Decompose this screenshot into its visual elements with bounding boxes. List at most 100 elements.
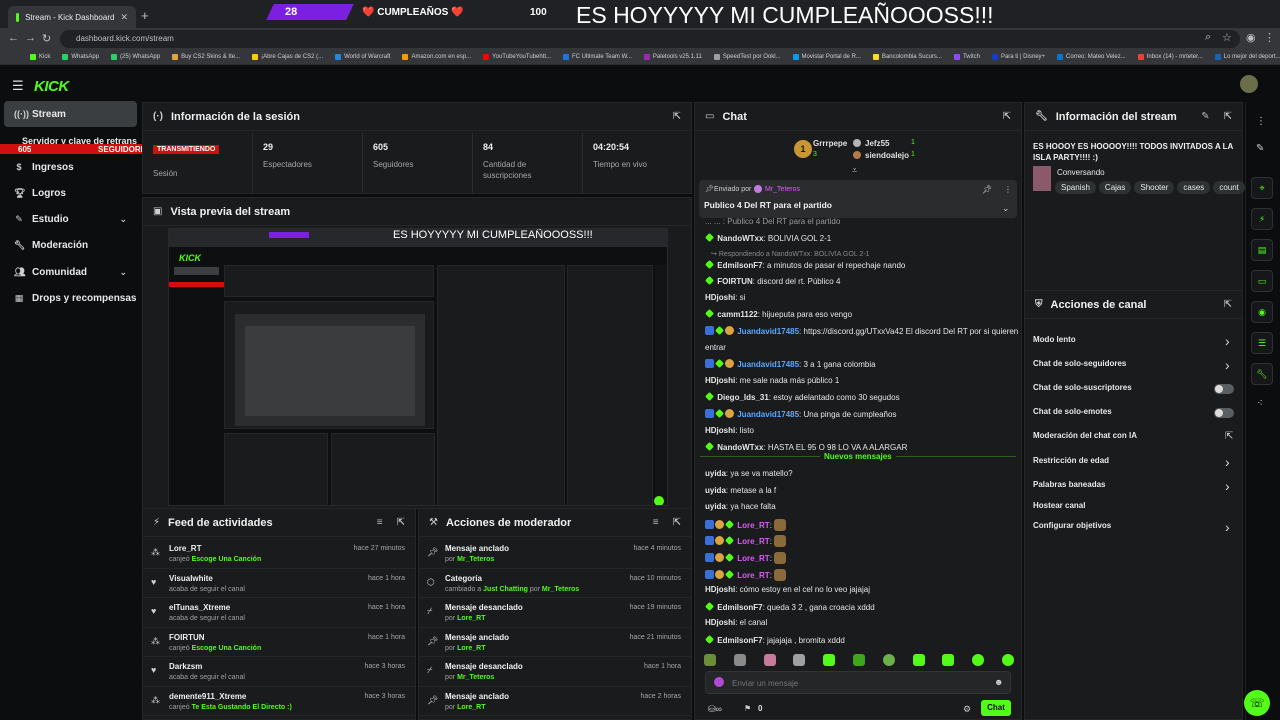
mod-action-row[interactable]: 📌︎ Mensaje anclado por Mr_Teteros hace 4 mi… xyxy=(419,539,691,569)
chat-message[interactable]: Lore_RT: xyxy=(705,518,787,531)
bookmark-item[interactable]: Para ti | Disney+ xyxy=(991,54,1045,60)
gifter-name[interactable]: siendoalejo xyxy=(865,151,909,160)
chat-message[interactable]: NandoWTxx: BOLIVIA GOL 2-1 xyxy=(705,233,831,243)
edit-pencil-icon[interactable]: ✎ xyxy=(1201,111,1209,122)
category-name[interactable]: Conversando xyxy=(1057,168,1105,177)
chat-username[interactable]: Lore_RT xyxy=(737,521,769,530)
bookmark-item[interactable]: Buy CS2 Skins & Ite... xyxy=(172,54,240,60)
tag-chip[interactable]: Shooter xyxy=(1134,181,1175,194)
chat-username[interactable]: EdmilsonF7 xyxy=(717,603,762,612)
chat-username[interactable]: uyida xyxy=(705,469,726,478)
zoom-icon[interactable]: ⌕ xyxy=(1205,31,1211,44)
emote-icon[interactable] xyxy=(793,654,806,666)
chat-message[interactable]: EdmilsonF7: jajajaja , bromita xddd xyxy=(705,635,845,645)
emote-icon[interactable] xyxy=(763,654,776,666)
emote-icon[interactable] xyxy=(704,654,716,666)
activity-row[interactable]: ♥ Visualwhite acaba de seguir el canal hac… xyxy=(143,569,415,598)
chat-username[interactable]: EdmilsonF7 xyxy=(717,261,762,270)
sidebar-item-ingresos[interactable]: $ Ingresos xyxy=(4,154,137,180)
chat-message[interactable]: Diego_Ids_31: estoy adelantado como 30 s… xyxy=(705,392,900,402)
forward-icon[interactable]: → xyxy=(25,32,36,44)
profile-icon[interactable]: ◉ xyxy=(1246,31,1256,44)
rail-shortcut-bolt-icon[interactable]: ⚡︎ xyxy=(1251,208,1273,230)
chat-message[interactable]: HDjoshi: me sale nada más público 1 xyxy=(705,376,839,385)
popout-icon[interactable]: ⇱ xyxy=(1224,111,1232,122)
bookmark-item[interactable]: SpeedTest por Ookl... xyxy=(713,54,781,60)
pinned-message[interactable]: 📌︎ Enviado por Mr_Teteros Publico 4 Del … xyxy=(699,180,1017,218)
chat-message[interactable]: Juandavid17485: Una pinga de cumpleaños xyxy=(705,409,896,419)
chat-username[interactable]: HDjoshi xyxy=(705,293,735,302)
tag-chip[interactable]: Cajas xyxy=(1098,181,1132,194)
back-icon[interactable]: ← xyxy=(8,32,19,44)
chat-message[interactable]: Lore_RT: xyxy=(705,568,787,581)
chat-username[interactable]: uyida xyxy=(705,502,726,511)
more-options-icon[interactable]: ⋮ xyxy=(1004,185,1012,194)
activity-row[interactable]: ⁂ FOIRTUN canjeó Escoge Una Canción hace 1 … xyxy=(143,628,415,657)
apps-icon[interactable]: ⁖ xyxy=(1257,398,1263,409)
points-icon[interactable]: ⛁∞ xyxy=(708,704,722,715)
activity-row[interactable]: ⁂ Lore_RT canjeó Escoge Una Canción hace 27… xyxy=(143,539,415,569)
chat-username[interactable]: Juandavid17485 xyxy=(737,410,799,419)
rail-shortcut-note-icon[interactable]: ▤ xyxy=(1251,239,1273,261)
chevron-right-icon[interactable]: › xyxy=(1225,454,1230,470)
bookmark-item[interactable]: Movistar Portal de R... xyxy=(792,54,861,60)
bookmark-item[interactable]: Lo mejor del deport... xyxy=(1214,54,1280,60)
external-link-icon[interactable]: ⇱ xyxy=(1225,431,1233,442)
bookmark-star-icon[interactable]: ☆ xyxy=(1222,31,1232,44)
toggle-switch[interactable] xyxy=(1214,408,1234,418)
filter-icon[interactable]: ≡ xyxy=(377,517,383,528)
mod-action-row[interactable]: 📌︎ Mensaje anclado por Lore_RT hace 21 minu… xyxy=(419,628,691,657)
sidebar-item-logros[interactable]: 🏆︎ Logros xyxy=(4,180,137,206)
emoji-icon[interactable]: ☻ xyxy=(994,677,1003,687)
chat-message[interactable]: EdmilsonF7: a minutos de pasar el repech… xyxy=(705,259,905,270)
chat-username[interactable]: Diego_Ids_31 xyxy=(717,393,769,402)
chevron-right-icon[interactable]: › xyxy=(1225,519,1230,535)
sidebar-item-stream[interactable]: ((·)) Stream xyxy=(4,101,137,127)
sidebar-item-comunidad[interactable]: 👥︎ Comunidad ⌄ xyxy=(4,259,137,285)
rail-shortcut-broadcast-icon[interactable]: ◉ xyxy=(1251,301,1273,323)
chat-username[interactable]: NandoWTxx xyxy=(717,443,763,452)
bookmark-item[interactable]: ¡Abre Cajas de CS2 (... xyxy=(252,54,323,60)
activity-row[interactable]: ♥ elTunas_Xtreme acaba de seguir el canal … xyxy=(143,598,415,628)
tag-chip[interactable]: Spanish xyxy=(1055,181,1096,194)
mod-action-row[interactable]: ⬡ Categoría cambiado a Just Chatting por M… xyxy=(419,569,691,598)
chat-message[interactable]: Lore_RT: xyxy=(705,552,787,564)
help-chat-button[interactable]: ☏ xyxy=(1244,690,1270,716)
bookmark-item[interactable]: Inbox (14) - mrteter... xyxy=(1137,54,1203,60)
chat-input[interactable] xyxy=(732,674,982,692)
chat-message[interactable]: HDjoshi: listo xyxy=(705,426,754,435)
emote-icon[interactable] xyxy=(972,654,985,666)
emote-icon[interactable] xyxy=(733,654,746,666)
stream-preview-video[interactable]: ES HOYYYYY MI CUMPLEAÑOOOSS!!! KICK xyxy=(168,228,668,506)
chevron-right-icon[interactable]: › xyxy=(1225,478,1230,494)
bookmark-item[interactable]: FC Ultimate Team W... xyxy=(563,54,632,60)
chat-username[interactable]: HDjoshi xyxy=(705,426,735,435)
chat-message[interactable]: uyida: metase a la f xyxy=(705,486,776,495)
chat-username[interactable]: EdmilsonF7 xyxy=(717,636,762,645)
expand-gifters-icon[interactable]: ⩡ xyxy=(852,165,857,176)
chat-message[interactable]: HDjoshi: cómo estoy en el cel no lo veo … xyxy=(705,585,870,594)
chat-username[interactable]: Juandavid17485 xyxy=(737,360,799,369)
chat-username[interactable]: NandoWTxx xyxy=(717,234,763,243)
chat-message[interactable]: camm1122: hijueputa para eso vengo xyxy=(705,309,852,319)
chat-message[interactable]: NandoWTxx: HASTA EL 95 O 98 LO VA A ALAR… xyxy=(705,442,907,452)
chat-username[interactable]: Juandavid17485 xyxy=(737,327,799,336)
chevron-right-icon[interactable]: › xyxy=(1225,333,1230,349)
tag-chip[interactable]: cases xyxy=(1177,181,1211,194)
popout-icon[interactable]: ⇱ xyxy=(673,517,681,528)
gifter-name[interactable]: Jefz55 xyxy=(865,139,889,148)
mod-action-row[interactable]: ⌿ Mensaje desanclado por Mr_Teteros hace 1 … xyxy=(419,657,691,687)
toggle-switch[interactable] xyxy=(1214,384,1234,394)
hamburger-menu-icon[interactable]: ☰ xyxy=(12,78,24,94)
bookmark-item[interactable]: Paletools v25.1.11 xyxy=(643,54,702,60)
chat-message[interactable]: uyida: ya se va matello? xyxy=(705,469,793,478)
emote-icon[interactable] xyxy=(942,654,955,666)
sidebar-item-estudio[interactable]: ✎ Estudio ⌄ xyxy=(4,206,137,232)
url-input[interactable]: dashboard.kick.com/stream xyxy=(60,30,1240,48)
chat-message[interactable]: Juandavid17485: 3 a 1 gana colombia xyxy=(705,359,876,369)
chat-message[interactable]: Lore_RT: xyxy=(705,535,787,548)
chevron-down-icon[interactable]: ⌄ xyxy=(1002,203,1010,214)
chat-username[interactable]: Lore_RT xyxy=(737,554,769,563)
chat-username[interactable]: Lore_RT xyxy=(737,537,769,546)
bookmark-item[interactable]: World of Warcraft xyxy=(335,54,390,60)
